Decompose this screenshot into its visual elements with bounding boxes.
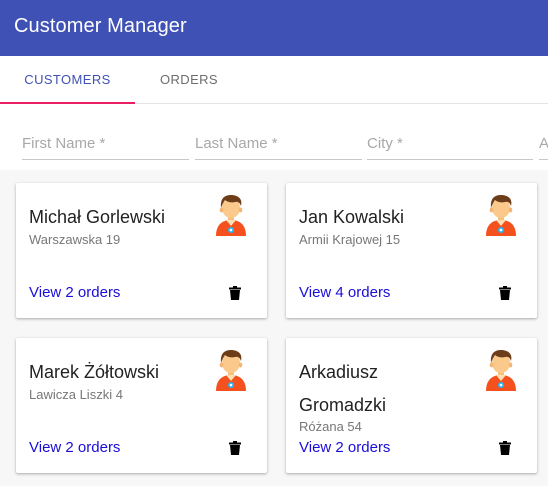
customer-card: Michał Gorlewski Warszawska 19 View 2 or…: [16, 183, 267, 318]
last-name-input[interactable]: [195, 128, 362, 158]
person-avatar-icon: [483, 194, 519, 236]
customer-address: Armii Krajowej 15: [299, 232, 401, 247]
customer-name: Arkadiusz Gromadzki: [299, 362, 387, 415]
filter-bar: [0, 104, 548, 170]
tab-orders[interactable]: ORDERS: [135, 56, 243, 104]
app-bar: Customer Manager: [0, 0, 548, 56]
app-title: Customer Manager: [14, 15, 187, 37]
view-orders-link[interactable]: View 2 orders: [29, 284, 120, 301]
customer-address: Warszawska 19: [29, 232, 121, 247]
customer-name: Marek Żółtowski: [29, 362, 160, 382]
last-name-field: [195, 128, 362, 160]
customer-address: Różana 54: [299, 419, 362, 434]
customer-name: Michał Gorlewski: [29, 207, 166, 227]
view-orders-link[interactable]: View 2 orders: [29, 439, 120, 456]
person-avatar-icon: [213, 349, 249, 391]
view-orders-link[interactable]: View 2 orders: [299, 439, 390, 456]
view-orders-link[interactable]: View 4 orders: [299, 284, 390, 301]
customer-address: Lawicza Liszki 4: [29, 387, 123, 402]
tab-customers[interactable]: CUSTOMERS: [0, 56, 135, 104]
customer-card: Arkadiusz Gromadzki Różana 54 View 2 ord…: [286, 338, 537, 473]
trash-icon[interactable]: [499, 286, 511, 300]
person-avatar-icon: [483, 349, 519, 391]
person-avatar-icon: [213, 194, 249, 236]
fourth-filter-input[interactable]: [539, 128, 548, 158]
city-field: [367, 128, 533, 160]
first-name-input[interactable]: [22, 128, 189, 158]
trash-icon[interactable]: [229, 441, 241, 455]
fourth-filter-field: [539, 128, 548, 160]
trash-icon[interactable]: [229, 286, 241, 300]
first-name-field: [22, 128, 189, 160]
trash-icon[interactable]: [499, 441, 511, 455]
customer-card: Jan Kowalski Armii Krajowej 15 View 4 or…: [286, 183, 537, 318]
city-input[interactable]: [367, 128, 533, 158]
customer-card: Marek Żółtowski Lawicza Liszki 4 View 2 …: [16, 338, 267, 473]
tab-bar: CUSTOMERS ORDERS: [0, 56, 548, 104]
customer-name: Jan Kowalski: [299, 207, 405, 227]
